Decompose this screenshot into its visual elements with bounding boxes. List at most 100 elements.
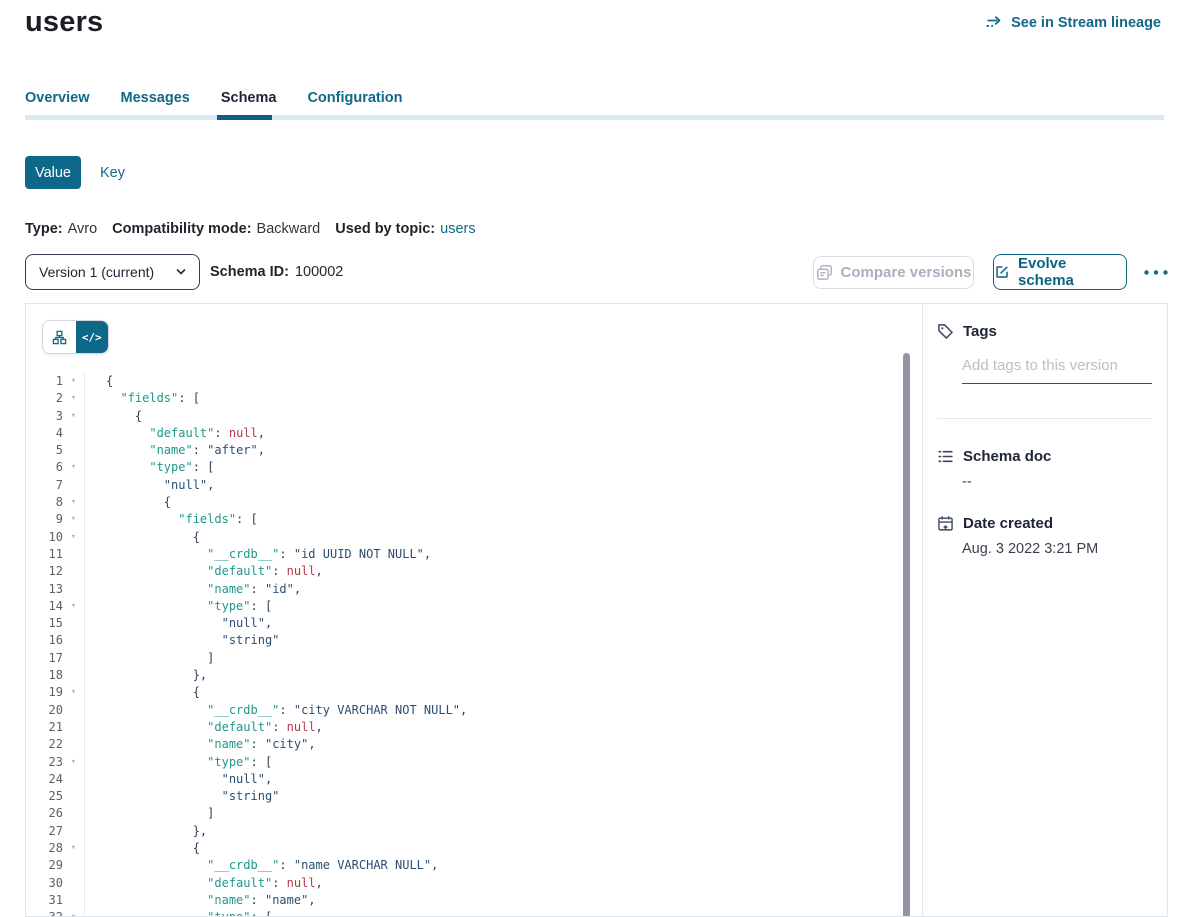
fold-spacer — [63, 823, 84, 840]
fold-spacer — [63, 702, 84, 719]
code-view-icon: </> — [82, 331, 102, 344]
line-number: 25 — [26, 788, 63, 805]
line-number: 15 — [26, 615, 63, 632]
code-text: "null", — [84, 771, 272, 788]
date-created-value: Aug. 3 2022 3:21 PM — [962, 541, 1098, 557]
line-number: 7 — [26, 477, 63, 494]
code-text: "default": null, — [84, 563, 323, 580]
code-text: "__crdb__": "city VARCHAR NOT NULL", — [84, 702, 467, 719]
fold-arrow-icon[interactable]: ▾ — [63, 373, 84, 390]
code-text: { — [84, 684, 200, 701]
code-text: { — [84, 529, 200, 546]
code-text: ] — [84, 650, 214, 667]
line-number: 13 — [26, 581, 63, 598]
fold-spacer — [63, 442, 84, 459]
line-number: 31 — [26, 892, 63, 909]
evolve-schema-button[interactable]: Evolve schema — [993, 254, 1127, 290]
code-text: "string" — [84, 788, 279, 805]
meta-label: Type: — [25, 221, 63, 237]
chevron-down-icon — [175, 266, 187, 278]
ellipsis-icon — [1144, 270, 1168, 275]
code-view-button[interactable]: </> — [76, 321, 109, 353]
line-number: 10 — [26, 529, 63, 546]
schema-doc-section-header: Schema doc — [937, 448, 1051, 465]
tab-configuration[interactable]: Configuration — [307, 90, 402, 106]
code-text: ] — [84, 805, 214, 822]
fold-arrow-icon[interactable]: ▾ — [63, 754, 84, 771]
code-text: "name": "after", — [84, 442, 265, 459]
schema-doc-value: -- — [962, 474, 972, 490]
code-text: "__crdb__": "name VARCHAR NULL", — [84, 857, 438, 874]
line-number: 27 — [26, 823, 63, 840]
line-number: 12 — [26, 563, 63, 580]
fold-spacer — [63, 857, 84, 874]
fold-arrow-icon[interactable]: ▾ — [63, 511, 84, 528]
fold-arrow-icon[interactable]: ▾ — [63, 408, 84, 425]
compare-versions-button[interactable]: Compare versions — [813, 256, 974, 289]
tab-overview[interactable]: Overview — [25, 90, 90, 106]
fold-arrow-icon[interactable]: ▾ — [63, 840, 84, 857]
line-number: 2 — [26, 390, 63, 407]
editor-scrollbar-thumb[interactable] — [903, 353, 910, 917]
fold-spacer — [63, 615, 84, 632]
line-number: 4 — [26, 425, 63, 442]
line-number: 24 — [26, 771, 63, 788]
fold-spacer — [63, 581, 84, 598]
tree-view-button[interactable] — [43, 321, 76, 353]
line-number: 28 — [26, 840, 63, 857]
line-number: 21 — [26, 719, 63, 736]
key-toggle-button[interactable]: Key — [100, 156, 125, 189]
line-number: 26 — [26, 805, 63, 822]
meta-item: Used by topic: users — [335, 221, 475, 237]
fold-arrow-icon[interactable]: ▾ — [63, 459, 84, 476]
fold-arrow-icon[interactable]: ▾ — [63, 684, 84, 701]
version-select[interactable]: Version 1 (current) — [25, 254, 200, 290]
line-number: 16 — [26, 632, 63, 649]
fold-spacer — [63, 563, 84, 580]
code-text: }, — [84, 667, 207, 684]
fold-arrow-icon[interactable]: ▾ — [63, 390, 84, 407]
code-text: "null", — [84, 615, 272, 632]
code-text: { — [84, 494, 171, 511]
line-number: 23 — [26, 754, 63, 771]
schema-doc-title: Schema doc — [963, 448, 1051, 465]
line-number: 14 — [26, 598, 63, 615]
code-text: { — [84, 408, 142, 425]
code-text: "default": null, — [84, 875, 323, 892]
line-number: 18 — [26, 667, 63, 684]
used-by-topic-link[interactable]: users — [440, 221, 475, 237]
line-number: 8 — [26, 494, 63, 511]
code-text: "name": "id", — [84, 581, 301, 598]
code-text: "default": null, — [84, 719, 323, 736]
meta-value: Avro — [68, 221, 98, 237]
compare-versions-label: Compare versions — [841, 264, 972, 281]
tree-view-icon — [52, 330, 67, 345]
list-icon — [937, 448, 954, 465]
line-number: 1 — [26, 373, 63, 390]
add-tags-input[interactable] — [962, 357, 1152, 384]
editor-view-toggle: </> — [42, 320, 109, 354]
line-number: 9 — [26, 511, 63, 528]
code-text: }, — [84, 823, 207, 840]
tab-schema[interactable]: Schema — [221, 90, 277, 106]
fold-spacer — [63, 667, 84, 684]
fold-spacer — [63, 892, 84, 909]
stream-lineage-label: See in Stream lineage — [1011, 15, 1161, 31]
tab-messages[interactable]: Messages — [121, 90, 190, 106]
active-tab-indicator — [217, 115, 272, 120]
fold-arrow-icon[interactable]: ▾ — [63, 494, 84, 511]
value-toggle-button[interactable]: Value — [25, 156, 81, 189]
fold-spacer — [63, 719, 84, 736]
meta-label: Used by topic: — [335, 221, 435, 237]
code-text: "default": null, — [84, 425, 265, 442]
fold-arrow-icon[interactable]: ▾ — [63, 598, 84, 615]
code-text: "__crdb__": "id UUID NOT NULL", — [84, 546, 431, 563]
calendar-plus-icon — [937, 515, 954, 532]
code-text: "name": "city", — [84, 736, 316, 753]
line-number: 22 — [26, 736, 63, 753]
code-text: "string" — [84, 632, 279, 649]
more-options-button[interactable] — [1140, 254, 1172, 290]
fold-arrow-icon[interactable]: ▾ — [63, 529, 84, 546]
stream-lineage-link[interactable]: See in Stream lineage — [985, 15, 1161, 31]
fold-spacer — [63, 546, 84, 563]
